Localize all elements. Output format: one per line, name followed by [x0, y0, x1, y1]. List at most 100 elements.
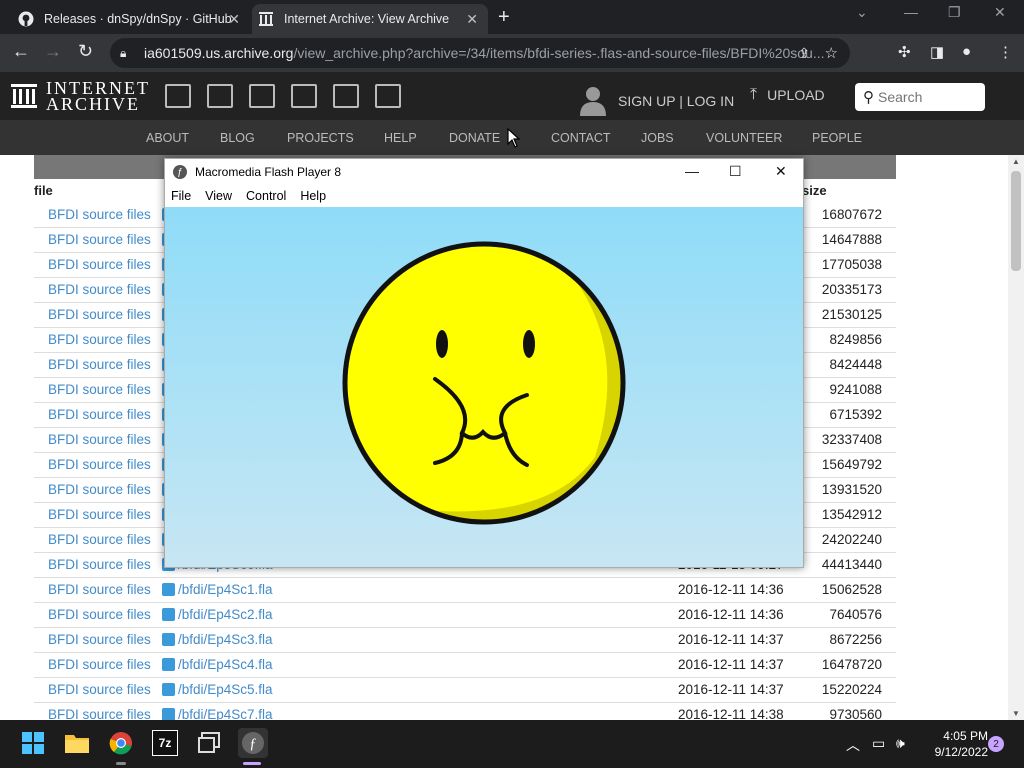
source-link[interactable]: BFDI source files — [48, 557, 151, 572]
source-link[interactable]: BFDI source files — [48, 482, 151, 497]
ia-search-box[interactable]: ⚲ — [855, 83, 985, 111]
flash-maximize-icon[interactable]: ☐ — [729, 163, 742, 180]
source-link[interactable]: BFDI source files — [48, 282, 151, 297]
file-size: 9241088 — [829, 382, 882, 397]
nav-about[interactable]: ABOUT — [146, 131, 189, 145]
task-view-icon[interactable] — [196, 730, 222, 756]
table-row: BFDI source files/bfdi/Ep4Sc4.fla 2016-12… — [34, 653, 896, 678]
nav-projects[interactable]: PROJECTS — [287, 131, 354, 145]
profile-icon[interactable]: ● — [962, 43, 971, 60]
flash-player-window[interactable]: ƒ Macromedia Flash Player 8 — ☐ ✕ File V… — [164, 158, 804, 568]
source-link[interactable]: BFDI source files — [48, 457, 151, 472]
flash-titlebar[interactable]: ƒ Macromedia Flash Player 8 — ☐ ✕ — [165, 159, 803, 185]
tab-search-icon[interactable]: ⌄ — [856, 4, 868, 21]
menu-file[interactable]: File — [171, 189, 191, 203]
menu-view[interactable]: View — [205, 189, 232, 203]
source-link[interactable]: BFDI source files — [48, 307, 151, 322]
source-link[interactable]: BFDI source files — [48, 632, 151, 647]
web-icon[interactable] — [165, 84, 191, 108]
file-link[interactable]: /bfdi/Ep4Sc4.fla — [178, 657, 273, 672]
sign-in-link[interactable]: SIGN UP | LOG IN — [580, 86, 734, 116]
file-explorer-icon[interactable] — [64, 730, 90, 756]
file-link[interactable]: /bfdi/Ep4Sc2.fla — [178, 607, 273, 622]
close-tab-icon[interactable]: ✕ — [466, 11, 478, 28]
new-tab-icon[interactable]: + — [498, 6, 510, 29]
table-row: BFDI source files/bfdi/Ep4Sc1.fla 2016-12… — [34, 578, 896, 603]
back-icon[interactable]: ← — [12, 41, 30, 62]
page-scrollbar[interactable]: ▲ ▼ — [1008, 155, 1024, 720]
menu-kebab-icon[interactable]: ⋮ — [998, 43, 1013, 61]
bookmark-star-icon[interactable]: ☆ — [825, 44, 838, 62]
show-hidden-icons[interactable]: ︿ — [846, 735, 860, 755]
reload-icon[interactable]: ↻ — [78, 41, 93, 62]
address-bar[interactable]: 🔒︎ ia601509.us.archive.org /view_archive… — [110, 38, 850, 68]
source-link[interactable]: BFDI source files — [48, 207, 151, 222]
scroll-up-icon[interactable]: ▲ — [1012, 157, 1020, 166]
file-size: 8424448 — [829, 357, 882, 372]
source-link[interactable]: BFDI source files — [48, 507, 151, 522]
file-link[interactable]: /bfdi/Ep4Sc1.fla — [178, 582, 273, 597]
volume-icon[interactable]: 🕪︎ — [896, 735, 905, 752]
source-link[interactable]: BFDI source files — [48, 532, 151, 547]
network-icon[interactable]: ▭ — [872, 735, 885, 752]
file-link[interactable]: /bfdi/Ep4Sc7.fla — [178, 707, 273, 720]
system-clock[interactable]: 4:05 PM 9/12/2022 — [918, 728, 988, 760]
nav-donate[interactable]: DONATE — [449, 131, 500, 145]
chrome-icon[interactable] — [108, 730, 134, 756]
side-panel-icon[interactable]: ◨ — [930, 43, 944, 61]
file-link[interactable]: /bfdi/Ep4Sc5.fla — [178, 682, 273, 697]
extensions-icon[interactable]: ✣ — [898, 43, 911, 61]
close-tab-icon[interactable]: ✕ — [228, 11, 240, 28]
upload-label: UPLOAD — [767, 87, 825, 103]
source-link[interactable]: BFDI source files — [48, 582, 151, 597]
nav-people[interactable]: PEOPLE — [812, 131, 862, 145]
source-link[interactable]: BFDI source files — [48, 232, 151, 247]
source-link[interactable]: BFDI source files — [48, 332, 151, 347]
tab-github[interactable]: Releases · dnSpy/dnSpy · GitHub ✕ — [18, 4, 250, 34]
notification-badge[interactable]: 2 — [988, 736, 1004, 752]
video-icon[interactable] — [249, 84, 275, 108]
audio-icon[interactable] — [291, 84, 317, 108]
forward-icon[interactable]: → — [44, 41, 62, 62]
close-window-icon[interactable]: ✕ — [994, 4, 1006, 21]
restore-icon[interactable]: ❐ — [948, 4, 961, 21]
tab-internet-archive[interactable]: Internet Archive: View Archive ✕ — [252, 4, 488, 34]
upload-icon: ⤒ — [750, 86, 758, 103]
nav-contact[interactable]: CONTACT — [551, 131, 611, 145]
scroll-thumb[interactable] — [1011, 171, 1021, 271]
windows-start-icon[interactable] — [20, 730, 46, 756]
menu-help[interactable]: Help — [300, 189, 326, 203]
flash-stage[interactable] — [165, 207, 803, 567]
nav-help[interactable]: HELP — [384, 131, 417, 145]
search-input[interactable] — [878, 89, 978, 105]
nav-blog[interactable]: BLOG — [220, 131, 255, 145]
minimize-icon[interactable]: — — [904, 4, 918, 20]
source-link[interactable]: BFDI source files — [48, 432, 151, 447]
windows-taskbar: 7z ƒ ︿ ▭ 🕪︎ 4:05 PM 9/12/2022 2 — [0, 720, 1024, 768]
scroll-down-icon[interactable]: ▼ — [1012, 709, 1020, 718]
flash-player-icon[interactable]: ƒ — [238, 728, 268, 758]
nav-volunteer[interactable]: VOLUNTEER — [706, 131, 782, 145]
source-link[interactable]: BFDI source files — [48, 707, 151, 720]
flash-minimize-icon[interactable]: — — [685, 163, 699, 179]
file-link[interactable]: /bfdi/Ep4Sc3.fla — [178, 632, 273, 647]
file-date: 2016-12-11 14:37 — [678, 682, 784, 697]
source-link[interactable]: BFDI source files — [48, 357, 151, 372]
nav-jobs[interactable]: JOBS — [641, 131, 674, 145]
upload-link[interactable]: ⤒ UPLOAD — [750, 86, 825, 104]
source-link[interactable]: BFDI source files — [48, 407, 151, 422]
share-icon[interactable]: ⇪ — [798, 45, 810, 62]
7zip-icon[interactable]: 7z — [152, 730, 178, 756]
source-link[interactable]: BFDI source files — [48, 257, 151, 272]
source-link[interactable]: BFDI source files — [48, 607, 151, 622]
source-link[interactable]: BFDI source files — [48, 682, 151, 697]
ia-logo[interactable]: INTERNET ARCHIVE — [10, 79, 150, 113]
menu-control[interactable]: Control — [246, 189, 286, 203]
flash-close-icon[interactable]: ✕ — [775, 163, 787, 180]
source-link[interactable]: BFDI source files — [48, 382, 151, 397]
software-icon[interactable] — [333, 84, 359, 108]
table-row: BFDI source files/bfdi/Ep4Sc3.fla 2016-12… — [34, 628, 896, 653]
texts-icon[interactable] — [207, 84, 233, 108]
source-link[interactable]: BFDI source files — [48, 657, 151, 672]
images-icon[interactable] — [375, 84, 401, 108]
